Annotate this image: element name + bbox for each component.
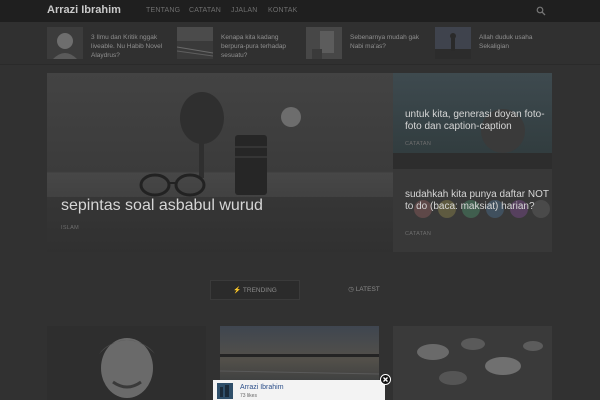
strip-thumbnail <box>306 27 342 59</box>
hero-side-title[interactable]: untuk kita, generasi doyan foto-foto dan… <box>405 109 552 133</box>
like-popup: Arrazi Ibrahim 73 likes <box>213 380 385 400</box>
featured-strip: 3 Ilmu dan Kritik nggak liveable. Nu Hab… <box>0 22 600 65</box>
nav-link-tentang[interactable]: TENTANG <box>146 7 180 14</box>
strip-title: Allah duduk usaha Sekaligian <box>479 34 533 50</box>
tab-trending[interactable]: ⚡ TRENDING <box>210 280 300 300</box>
hero-side-post[interactable]: sudahkah kita punya daftar NOT to do (ba… <box>393 169 552 252</box>
page-likes-count: 73 likes <box>240 393 257 399</box>
strip-title: Sebenarnya mudah gak Nabi ma'as? <box>350 34 420 50</box>
hero-side-category[interactable]: CATATAN <box>405 141 431 147</box>
search-icon[interactable] <box>536 6 546 16</box>
nav-link-catatan[interactable]: CATATAN <box>189 7 221 14</box>
page-avatar[interactable] <box>217 383 233 399</box>
strip-thumbnail <box>435 27 471 59</box>
page-name-link[interactable]: Arrazi Ibrahim <box>240 384 284 391</box>
strip-thumbnail <box>47 27 83 59</box>
site-title[interactable]: Arrazi Ibrahim <box>47 4 121 16</box>
post-card-image <box>393 326 552 400</box>
close-icon[interactable] <box>380 374 391 385</box>
hero-main-category[interactable]: ISLAM <box>61 225 79 231</box>
tab-latest-label: LATEST <box>355 286 380 293</box>
top-navbar: Arrazi Ibrahim TENTANG CATATAN JJALAN KO… <box>0 0 600 22</box>
clock-icon: ◷ <box>348 286 354 293</box>
hero-main-title[interactable]: sepintas soal asbabul wurud <box>61 197 263 215</box>
hero-main-image <box>47 73 393 252</box>
strip-title: 3 Ilmu dan Kritik nggak liveable. Nu Hab… <box>91 34 163 59</box>
tab-trending-label: TRENDING <box>242 287 277 294</box>
post-card[interactable] <box>47 326 206 400</box>
strip-thumbnail <box>177 27 213 59</box>
hero-main-post[interactable]: sepintas soal asbabul wurud ISLAM <box>47 73 393 252</box>
post-tabs: ⚡ TRENDING ◷ LATEST <box>210 280 422 300</box>
strip-title: Kenapa kita kadang berpura-pura terhadap… <box>221 34 287 59</box>
post-card-image <box>47 326 206 400</box>
nav-link-jjalan[interactable]: JJALAN <box>231 7 258 14</box>
nav-link-kontak[interactable]: KONTAK <box>268 7 297 14</box>
post-card[interactable] <box>393 326 552 400</box>
trending-icon: ⚡ <box>233 287 242 294</box>
hero-side-post[interactable]: untuk kita, generasi doyan foto-foto dan… <box>393 73 552 169</box>
hero-side-title[interactable]: sudahkah kita punya daftar NOT to do (ba… <box>405 189 552 213</box>
hero-side-category[interactable]: CATATAN <box>405 231 431 237</box>
tab-latest[interactable]: ◷ LATEST <box>306 280 422 300</box>
